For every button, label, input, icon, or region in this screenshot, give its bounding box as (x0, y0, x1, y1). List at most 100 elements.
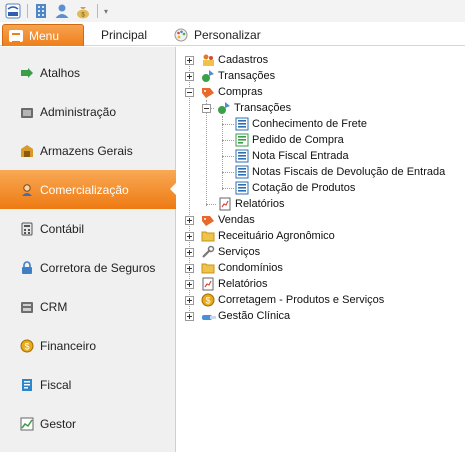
expand-corretagem[interactable] (185, 296, 194, 305)
tree-node-cotacao-de-produtos[interactable]: Cotação de Produtos (235, 180, 355, 196)
nav-item-contabil[interactable]: Contábil (0, 209, 176, 248)
expand-receituario[interactable] (185, 232, 194, 241)
nav-item-administracao[interactable]: Administração (0, 92, 176, 131)
menu-tab[interactable]: Menu (2, 24, 84, 46)
navigation-pane: Atalhos Administração Armazens Gerais Co… (0, 47, 177, 452)
tree-node-vendas[interactable]: Vendas (201, 212, 255, 228)
nav-item-comercializacao[interactable]: Comercialização (0, 170, 177, 209)
admin-icon (20, 105, 34, 119)
insurance-icon (20, 260, 34, 275)
svg-text:$: $ (205, 296, 210, 306)
tab-personalizar[interactable]: Personalizar (174, 28, 261, 42)
building-icon[interactable] (32, 2, 50, 20)
expand-transacoes[interactable] (185, 72, 194, 81)
tree-connector (222, 124, 234, 125)
finance-icon: $ (20, 339, 34, 353)
tree-node-receituario-agronomico[interactable]: Receituário Agronômico (201, 228, 335, 244)
nav-item-label: Gestor (40, 416, 77, 431)
tree-node-pedido-de-compra[interactable]: Pedido de Compra (235, 132, 344, 148)
manager-icon (20, 417, 34, 431)
clinic-icon (201, 309, 216, 323)
toolbar-separator (27, 4, 28, 18)
nav-item-fiscal[interactable]: Fiscal (0, 365, 176, 404)
shopping-icon (201, 85, 215, 99)
crm-icon (20, 300, 34, 314)
tree-connector (189, 61, 190, 315)
nav-item-corretora-de-seguros[interactable]: Corretora de Seguros (0, 248, 176, 287)
nav-item-crm[interactable]: CRM (0, 287, 176, 326)
nav-item-label: Financeiro (40, 338, 97, 353)
expand-condominios[interactable] (185, 264, 194, 273)
tree-node-corretagem[interactable]: $ Corretagem - Produtos e Serviços (201, 292, 384, 308)
tree-node-notas-fiscais-devolucao[interactable]: Notas Fiscais de Devolução de Entrada (235, 164, 445, 180)
tree-connector (206, 100, 207, 206)
document-list-icon (235, 117, 249, 131)
expand-vendas[interactable] (185, 216, 194, 225)
tree-node-compras[interactable]: Compras (201, 84, 263, 100)
customize-toolbar-dropdown[interactable]: ▾ (104, 7, 108, 16)
user-icon[interactable] (53, 2, 71, 20)
nav-item-financeiro[interactable]: $ Financeiro (0, 326, 176, 365)
menu-tab-label: Menu (29, 28, 60, 43)
tree-connector (222, 172, 234, 173)
tab-principal[interactable]: Principal (101, 28, 147, 42)
svg-text:$: $ (24, 341, 29, 351)
tree-node-relatorios[interactable]: Relatórios (201, 276, 268, 292)
order-form-icon (235, 133, 249, 147)
expand-servicos[interactable] (185, 248, 194, 257)
tree-node-nota-fiscal-entrada[interactable]: Nota Fiscal Entrada (235, 148, 349, 164)
collapse-compras-transacoes[interactable] (202, 104, 211, 113)
tree-node-condominios[interactable]: Condomínios (201, 260, 283, 276)
nav-item-label: Contábil (40, 221, 85, 236)
tree-node-transacoes[interactable]: Transações (201, 68, 275, 84)
expand-relatorios[interactable] (185, 280, 194, 289)
tree-connector (222, 140, 234, 141)
people-folder-icon (201, 53, 215, 67)
money-bag-icon[interactable]: $ (74, 2, 92, 20)
toolbar-separator (97, 4, 98, 18)
commerce-icon (20, 183, 34, 197)
nav-item-label: Armazens Gerais (40, 143, 133, 158)
nav-item-label: Fiscal (40, 377, 72, 392)
document-list-icon (235, 149, 249, 163)
nav-item-armazens-gerais[interactable]: Armazens Gerais (0, 131, 176, 170)
nav-item-label: Atalhos (40, 65, 81, 80)
tools-icon (201, 245, 215, 259)
tree-node-compras-transacoes[interactable]: Transações (217, 100, 291, 116)
coin-icon: $ (201, 293, 215, 307)
report-icon (218, 197, 232, 211)
fiscal-icon (20, 378, 34, 392)
sales-icon (201, 213, 215, 227)
palette-icon (174, 28, 188, 42)
tree-connector (222, 156, 234, 157)
tab-personalizar-label: Personalizar (194, 28, 261, 42)
nav-item-atalhos[interactable]: Atalhos (0, 53, 176, 92)
document-list-icon (235, 181, 249, 195)
nav-item-label: CRM (40, 299, 68, 314)
app-logo-icon[interactable] (4, 2, 22, 20)
transactions-icon (201, 69, 215, 83)
nav-item-gestor[interactable]: Gestor (0, 404, 176, 443)
menu-icon (9, 29, 23, 43)
report-icon (201, 277, 215, 291)
tree-connector (206, 204, 216, 205)
quick-access-toolbar: $ ▾ (0, 0, 465, 22)
tree-node-gestao-clinica[interactable]: Gestão Clínica (201, 308, 290, 324)
tree-node-conhecimento-de-frete[interactable]: Conhecimento de Frete (235, 116, 367, 132)
tree-connector (222, 116, 223, 190)
ribbon-tab-bar: Menu Principal Personalizar (0, 22, 465, 46)
tree-node-compras-relatorios[interactable]: Relatórios (218, 196, 285, 212)
nav-item-label: Corretora de Seguros (40, 260, 156, 275)
transactions-icon (217, 101, 231, 115)
nav-item-label: Administração (40, 104, 117, 119)
tree-node-cadastros[interactable]: Cadastros (201, 52, 268, 68)
menu-tree: Cadastros Transações Compras Transações … (177, 47, 465, 452)
shortcut-icon (20, 66, 34, 80)
tree-node-servicos[interactable]: Serviços (201, 244, 260, 260)
tree-connector (222, 188, 234, 189)
expand-cadastros[interactable] (185, 56, 194, 65)
expand-gestao-clinica[interactable] (185, 312, 194, 321)
collapse-compras[interactable] (185, 88, 194, 97)
nav-item-label: Comercialização (40, 182, 129, 197)
folder-icon (201, 261, 215, 275)
